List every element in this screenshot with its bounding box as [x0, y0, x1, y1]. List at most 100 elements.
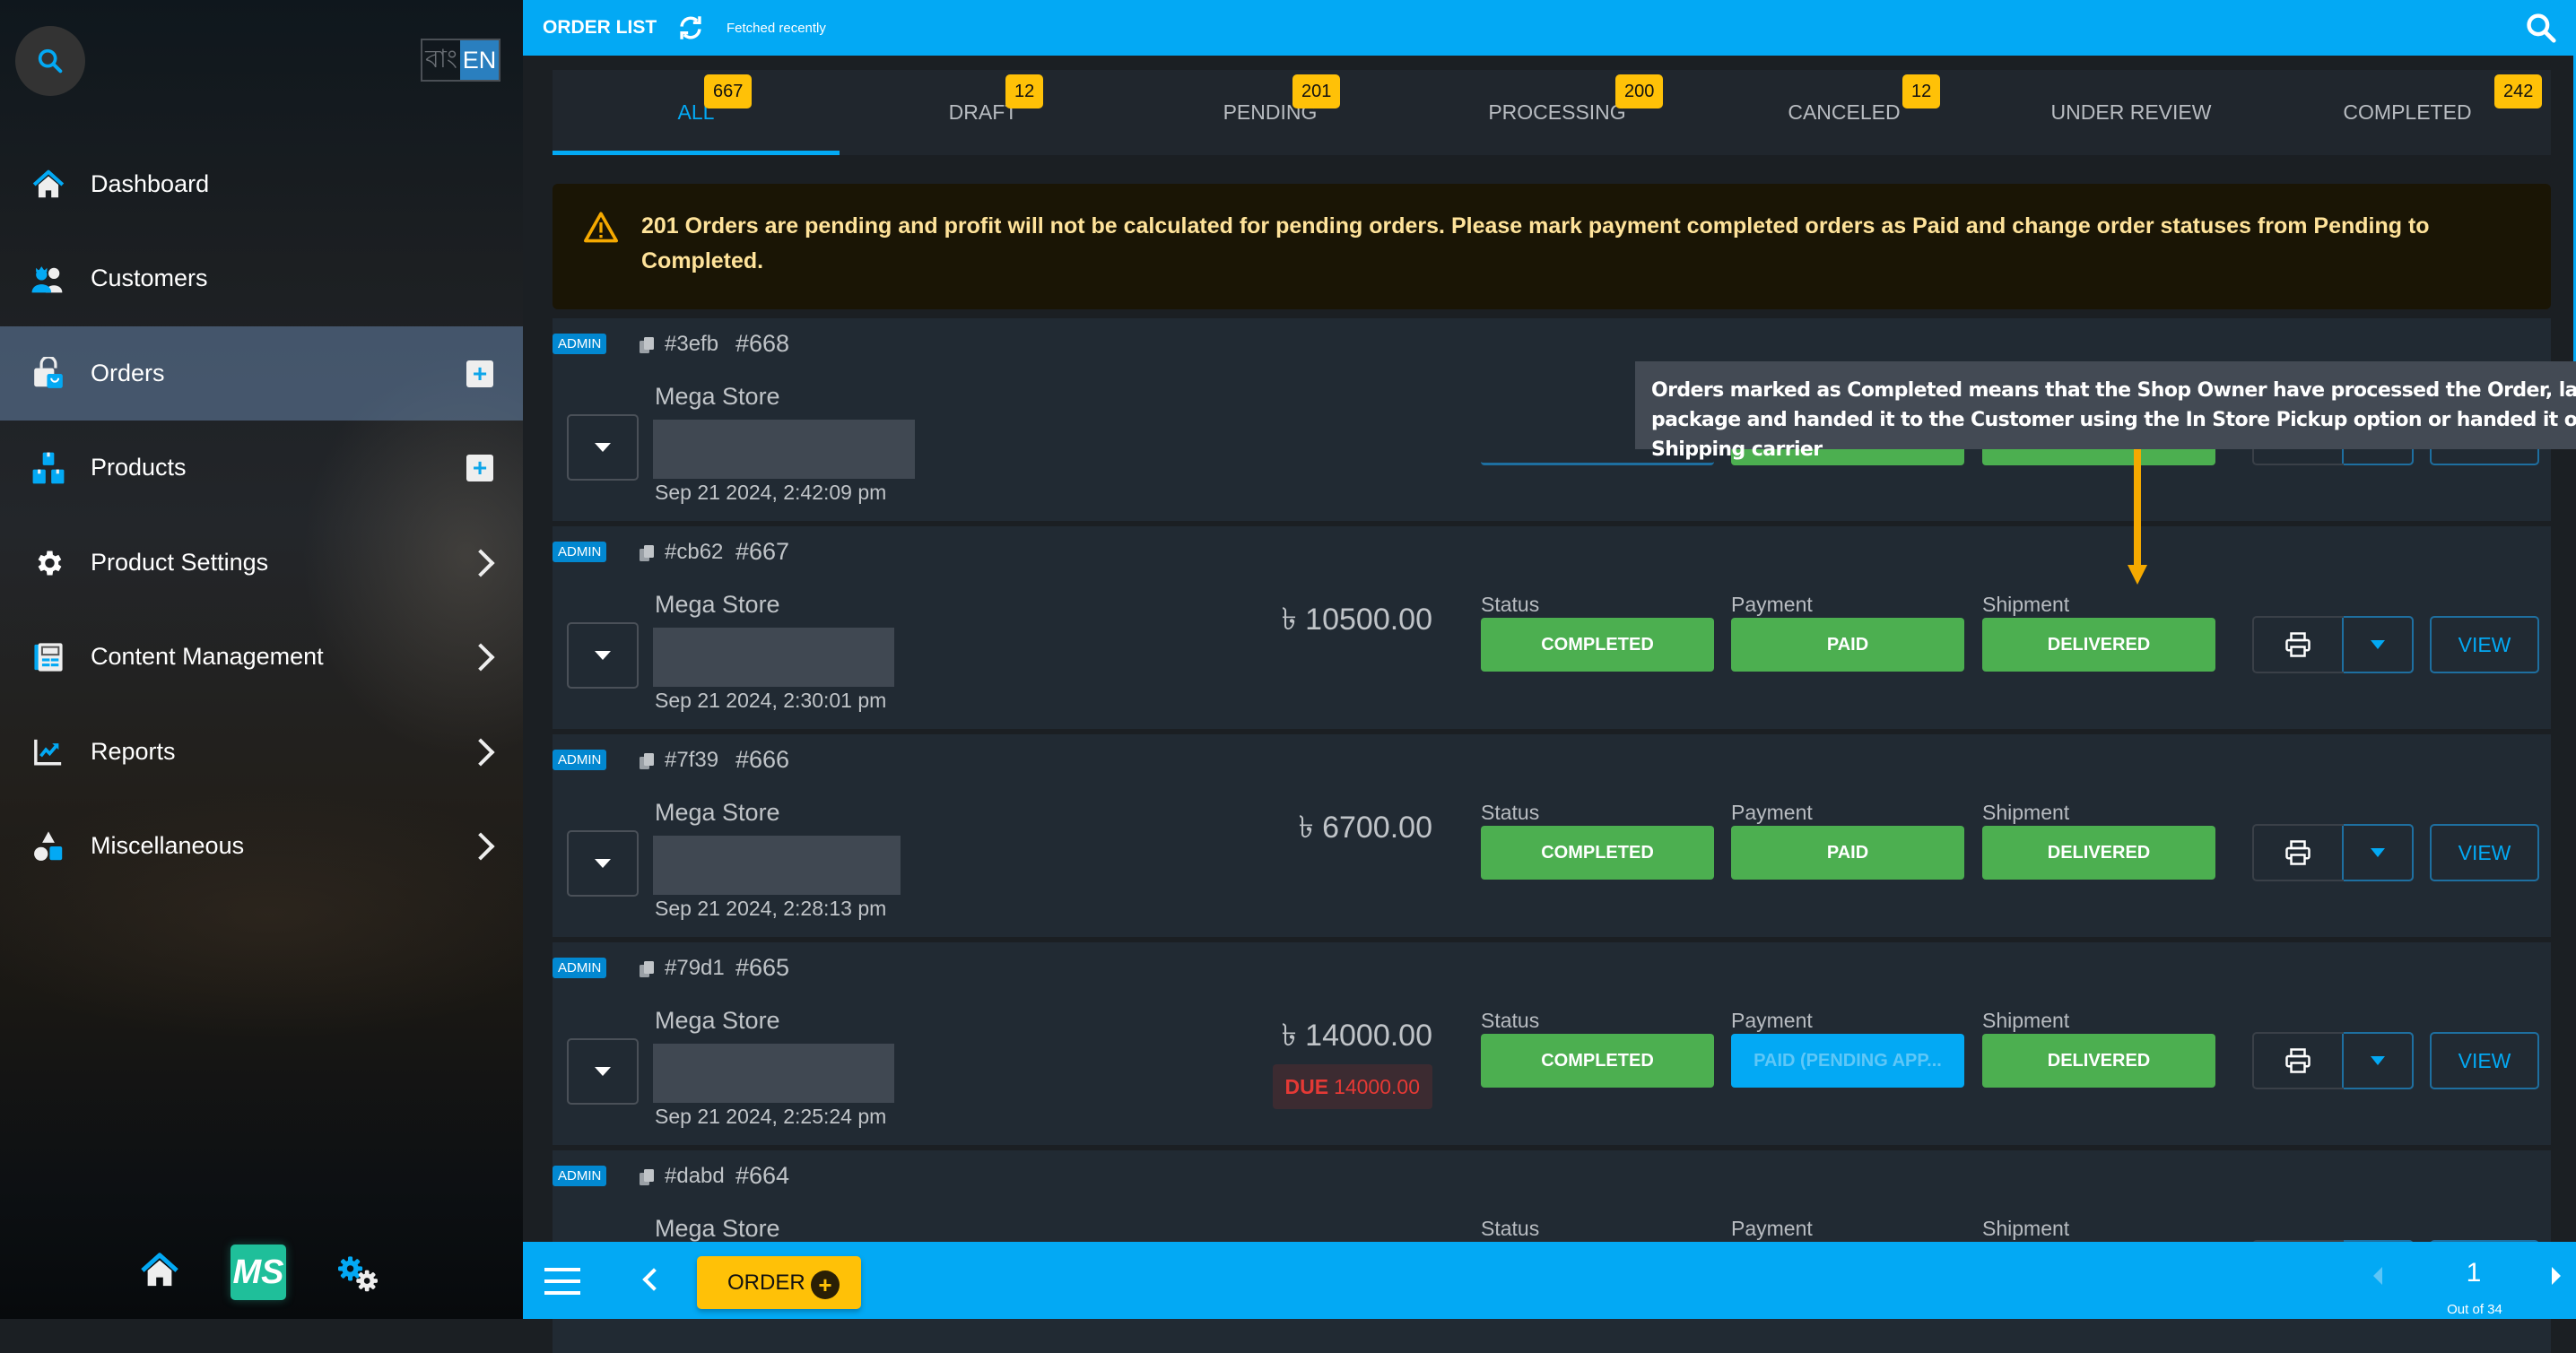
tab-processing[interactable]: PROCESSING 200	[1414, 70, 1701, 155]
order-hash[interactable]: #cb62	[665, 540, 723, 565]
store-name: Mega Store	[655, 591, 780, 618]
refresh-icon[interactable]	[675, 13, 706, 48]
tab-count-badge: 200	[1615, 74, 1664, 108]
print-button-group	[2252, 1032, 2414, 1089]
language-bn[interactable]: বাং	[422, 40, 460, 80]
reports-chart-icon	[30, 734, 66, 770]
status-label: Status	[1481, 1217, 1540, 1240]
annotation-arrow-head	[2128, 565, 2147, 585]
payment-select[interactable]: PAID (PENDING APP...	[1731, 1034, 1964, 1088]
copy-icon[interactable]	[639, 544, 655, 567]
tab-canceled[interactable]: CANCELED 12	[1701, 70, 1988, 155]
redacted-customer-info	[653, 628, 894, 687]
sidebar-item-label: Miscellaneous	[91, 832, 245, 859]
home-icon[interactable]	[139, 1252, 180, 1294]
create-order-button[interactable]: ORDER +	[697, 1256, 861, 1309]
order-row: ADMIN #cb62 #667 Mega Store Sep 21 2024, 2:3…	[553, 526, 2551, 729]
status-select[interactable]: COMPLETED	[1481, 618, 1714, 672]
back-icon[interactable]	[642, 1268, 666, 1291]
admin-badge: ADMIN	[553, 958, 607, 978]
payment-label: Payment	[1731, 1009, 1813, 1032]
order-hash[interactable]: #3efb	[665, 332, 718, 357]
sidebar-item-content-management[interactable]: Content Management	[0, 610, 523, 704]
sidebar-item-miscellaneous[interactable]: Miscellaneous	[0, 799, 523, 893]
copy-icon[interactable]	[639, 752, 655, 775]
print-button[interactable]	[2254, 1034, 2344, 1088]
view-order-button[interactable]: VIEW	[2430, 1032, 2539, 1089]
sidebar-item-products[interactable]: Products +	[0, 421, 523, 515]
shipment-select[interactable]: DELIVERED	[1982, 1034, 2215, 1088]
copy-icon[interactable]	[639, 1168, 655, 1191]
tab-label: CANCELED	[1788, 100, 1901, 124]
previous-page-button[interactable]	[2373, 1267, 2382, 1285]
printer-icon	[2285, 1048, 2311, 1073]
annotation-arrow	[2134, 449, 2141, 565]
shipment-select[interactable]: DELIVERED	[1982, 826, 2215, 880]
expand-order-button[interactable]	[567, 1038, 639, 1105]
print-button[interactable]	[2254, 826, 2344, 880]
tab-draft[interactable]: DRAFT 12	[840, 70, 1127, 155]
copy-icon[interactable]	[639, 960, 655, 983]
customers-icon	[30, 261, 66, 297]
status-select[interactable]: COMPLETED	[1481, 1034, 1714, 1088]
search-icon[interactable]	[2524, 11, 2558, 49]
expand-order-button[interactable]	[567, 414, 639, 481]
print-options-dropdown[interactable]	[2344, 1032, 2414, 1089]
view-order-button[interactable]: VIEW	[2430, 824, 2539, 881]
chevron-right-icon	[466, 831, 495, 861]
menu-icon[interactable]	[544, 1268, 580, 1295]
store-name: Mega Store	[655, 1215, 780, 1242]
content-icon	[30, 639, 66, 675]
settings-gears-icon[interactable]	[335, 1253, 381, 1297]
tab-under-review[interactable]: UNDER REVIEW	[1988, 70, 2275, 155]
tab-label: DRAFT	[948, 100, 1018, 124]
tab-all[interactable]: ALL 667	[553, 70, 840, 155]
add-order-button[interactable]: +	[466, 360, 493, 387]
sidebar-item-product-settings[interactable]: Product Settings	[0, 516, 523, 610]
view-order-button[interactable]: VIEW	[2430, 616, 2539, 673]
pending-orders-alert: 201 Orders are pending and profit will n…	[553, 184, 2551, 309]
order-number: #667	[735, 538, 790, 565]
sidebar-item-reports[interactable]: Reports	[0, 705, 523, 799]
order-hash[interactable]: #79d1	[665, 956, 725, 981]
alert-count: 201	[641, 213, 679, 239]
create-order-label: ORDER	[727, 1270, 805, 1295]
print-options-dropdown[interactable]	[2344, 616, 2414, 673]
language-switcher[interactable]: বাং EN	[421, 39, 500, 82]
print-button[interactable]	[2254, 618, 2344, 672]
payment-select[interactable]: PAID	[1731, 618, 1964, 672]
shipment-select[interactable]: DELIVERED	[1982, 618, 2215, 672]
payment-select[interactable]: PAID	[1731, 826, 1964, 880]
order-number: #666	[735, 746, 790, 773]
tab-completed[interactable]: COMPLETED 242	[2264, 70, 2551, 155]
app-logo[interactable]: MS	[231, 1245, 286, 1300]
copy-icon[interactable]	[639, 336, 655, 359]
redacted-customer-info	[653, 1044, 894, 1103]
sidebar-item-dashboard[interactable]: Dashboard	[0, 137, 523, 231]
next-page-button[interactable]	[2552, 1267, 2561, 1285]
sidebar-search-button[interactable]	[15, 26, 85, 96]
sidebar-item-label: Products	[91, 454, 187, 481]
sidebar: বাং EN Dashboard Customers Orders + Prod…	[0, 0, 523, 1319]
shipment-label: Shipment	[1982, 801, 2070, 824]
add-product-button[interactable]: +	[466, 454, 493, 481]
expand-order-button[interactable]	[567, 622, 639, 689]
tab-pending[interactable]: PENDING 201	[1127, 70, 1414, 155]
order-hash[interactable]: #dabd	[665, 1164, 725, 1189]
expand-order-button[interactable]	[567, 830, 639, 897]
status-select[interactable]: COMPLETED	[1481, 826, 1714, 880]
sidebar-item-label: Product Settings	[91, 549, 269, 576]
language-en[interactable]: EN	[460, 40, 499, 80]
chevron-right-icon	[466, 737, 495, 767]
sidebar-item-orders[interactable]: Orders +	[0, 326, 523, 421]
sidebar-bottom-bar: MS	[0, 1245, 523, 1307]
tab-count-badge: 12	[1902, 74, 1941, 108]
shipment-label: Shipment	[1982, 1217, 2070, 1240]
store-name: Mega Store	[655, 799, 780, 826]
print-options-dropdown[interactable]	[2344, 824, 2414, 881]
tab-count-badge: 242	[2494, 74, 2543, 108]
order-hash[interactable]: #7f39	[665, 748, 718, 773]
sidebar-item-customers[interactable]: Customers	[0, 231, 523, 325]
status-label: Status	[1481, 801, 1540, 824]
caret-down-icon	[595, 651, 611, 660]
